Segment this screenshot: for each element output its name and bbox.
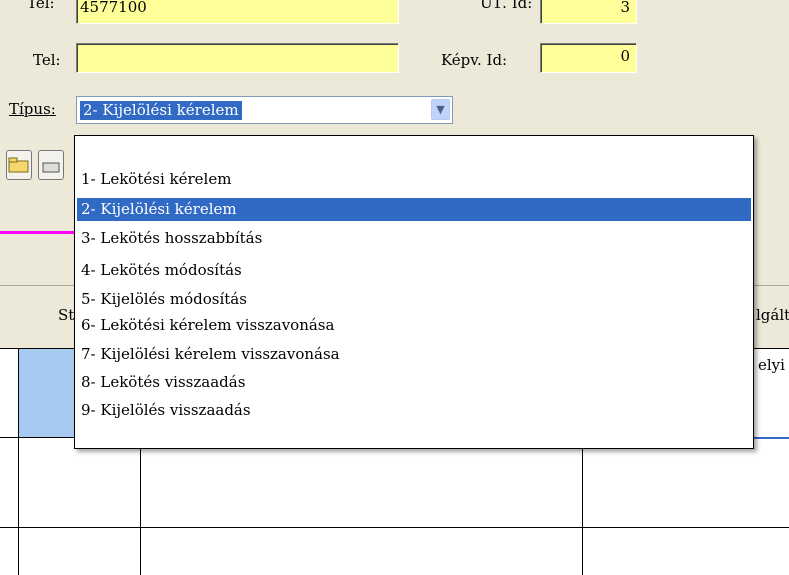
- grid-cell-right[interactable]: elyi: [758, 356, 785, 374]
- print-button[interactable]: [38, 150, 64, 180]
- dropdown-option-6[interactable]: 6- Lekötési kérelem visszavonása: [77, 314, 751, 337]
- dropdown-option-empty[interactable]: [77, 139, 751, 162]
- grid-line: [18, 349, 19, 575]
- tipus-label: Típus:: [9, 100, 56, 118]
- folder-icon: [8, 157, 29, 173]
- chevron-down-icon[interactable]: ▼: [431, 99, 450, 120]
- open-folder-button[interactable]: [6, 150, 32, 180]
- grid-col-st-header[interactable]: St: [58, 306, 74, 324]
- tel2-label: Tel:: [33, 51, 61, 69]
- dropdown-option-4[interactable]: 4- Lekötés módosítás: [77, 259, 751, 282]
- tel1-label: Tel:: [27, 0, 55, 12]
- dropdown-option-1[interactable]: 1- Lekötési kérelem: [77, 168, 751, 191]
- dropdown-option-3[interactable]: 3- Lekötés hosszabbítás: [77, 227, 751, 250]
- tipus-dropdown-list[interactable]: 1- Lekötési kérelem 2- Kijelölési kérele…: [74, 135, 754, 449]
- printer-icon: [42, 162, 60, 173]
- tel1-field[interactable]: 4577100: [76, 0, 399, 24]
- dropdown-option-2[interactable]: 2- Kijelölési kérelem: [77, 198, 751, 221]
- dropdown-option-8[interactable]: 8- Lekötés visszaadás: [77, 371, 751, 394]
- kepv-id-field[interactable]: 0: [540, 43, 637, 73]
- u1-id-label: Ü1. Id:: [480, 0, 533, 12]
- dropdown-option-9[interactable]: 9- Kijelölés visszaadás: [77, 399, 751, 422]
- kepv-id-label: Képv. Id:: [441, 51, 508, 69]
- u1-id-field[interactable]: 3: [540, 0, 637, 24]
- grid-col-right-header[interactable]: lgált: [756, 306, 789, 324]
- dropdown-option-7[interactable]: 7- Kijelölési kérelem visszavonása: [77, 343, 751, 366]
- tipus-select[interactable]: 2- Kijelölési kérelem ▼: [76, 96, 453, 124]
- grid-line: [0, 527, 789, 528]
- dropdown-option-5[interactable]: 5- Kijelölés módosítás: [77, 288, 751, 311]
- tel2-field[interactable]: [76, 43, 399, 73]
- tipus-selected-value: 2- Kijelölési kérelem: [80, 101, 242, 120]
